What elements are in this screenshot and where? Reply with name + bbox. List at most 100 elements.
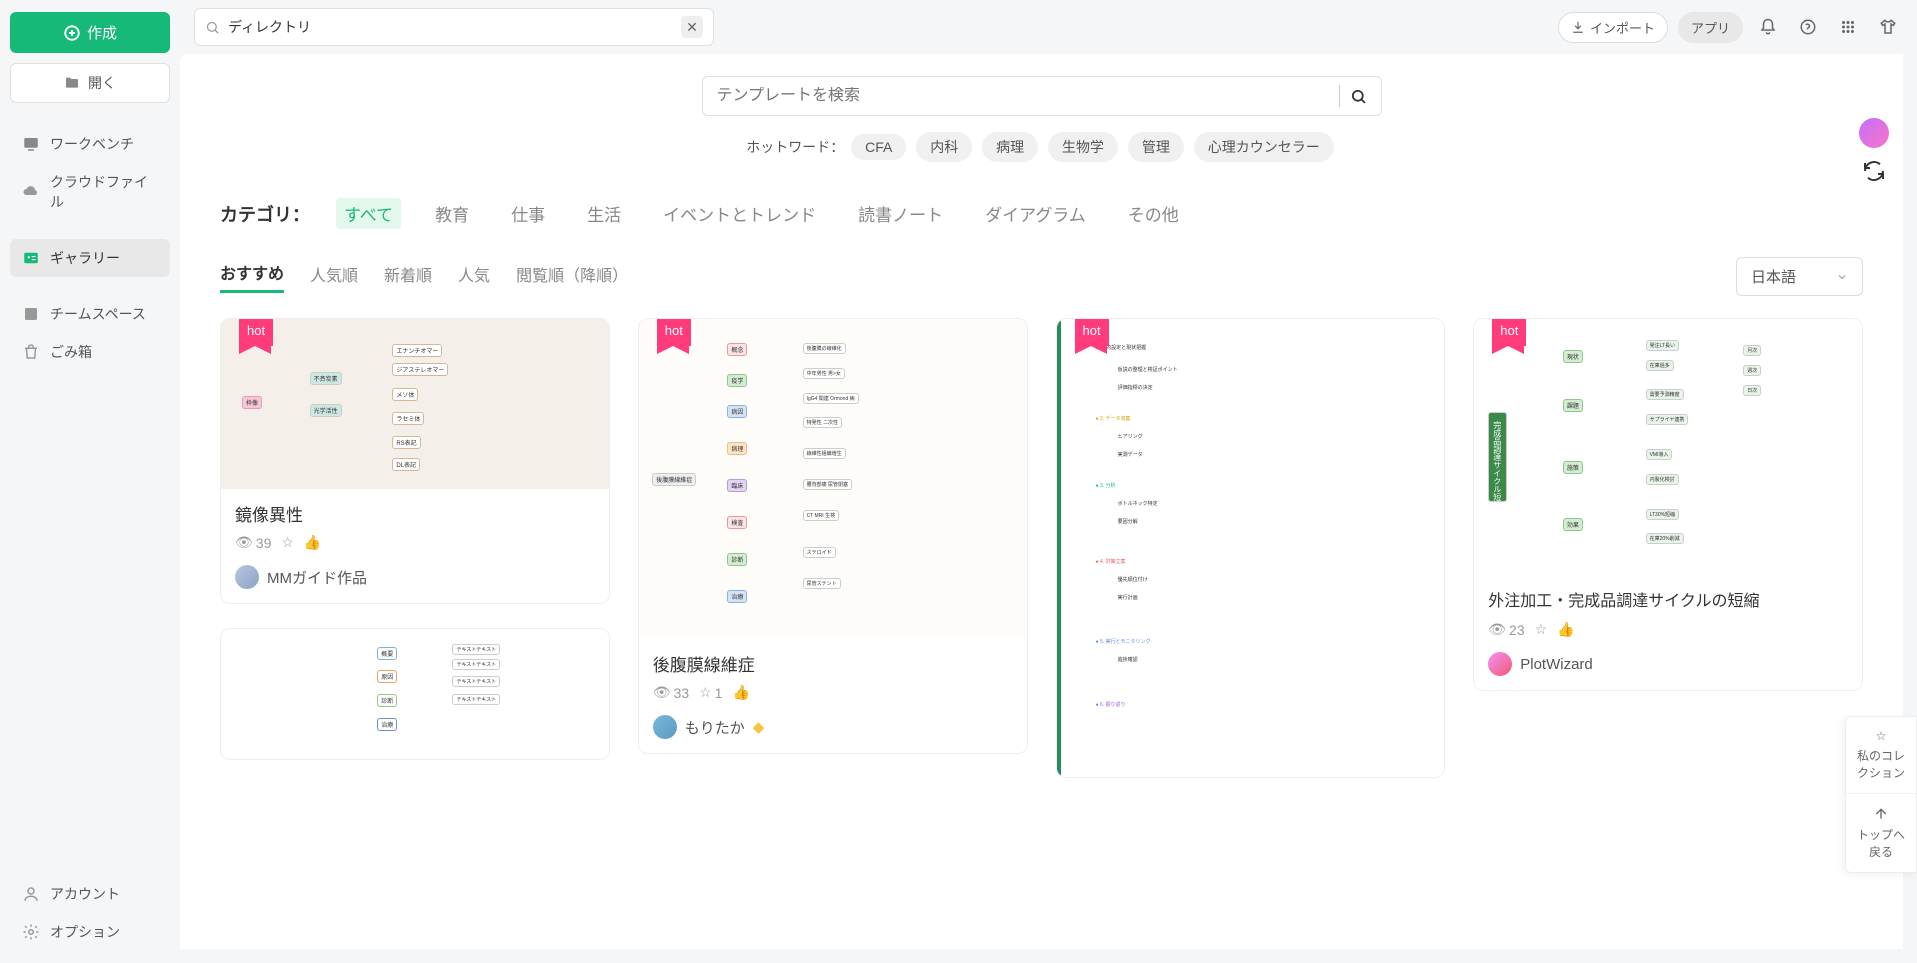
card-stats: 👁33 ☆1 👍 [653, 684, 1013, 701]
folder-icon [64, 75, 80, 91]
arrow-up-icon [1873, 806, 1889, 822]
category-all[interactable]: すべて [336, 198, 401, 229]
language-select[interactable]: 日本語 [1736, 257, 1863, 296]
template-card[interactable]: hot 後腹膜線維症 概念 疫学 病因 病理 臨床 検査 診断 [638, 318, 1028, 754]
nav-team[interactable]: チームスペース [10, 295, 170, 333]
help-icon [1799, 18, 1817, 36]
template-card[interactable]: 概要 原因 診断 治療 テキストテキスト テキストテキスト テキストテキスト テ… [220, 628, 610, 760]
directory-search[interactable]: ✕ [194, 8, 714, 46]
star-icon[interactable]: ☆ [699, 684, 712, 701]
bell-icon [1759, 18, 1777, 36]
hotwords-row: ホットワード： CFA 内科 病理 生物学 管理 心理カウンセラー [220, 132, 1863, 162]
nav-options[interactable]: オプション [10, 913, 170, 951]
grid-menu-button[interactable] [1833, 12, 1863, 42]
views: 39 [256, 535, 272, 551]
eye-icon: 👁 [235, 534, 253, 551]
sort-item[interactable]: 閲覧順（降順） [516, 262, 628, 292]
topbar: ✕ インポート アプリ [180, 0, 1917, 54]
sort-recommended[interactable]: おすすめ [220, 260, 284, 293]
shirt-icon [1879, 18, 1897, 36]
stars: 1 [715, 685, 723, 701]
clear-search-button[interactable]: ✕ [681, 16, 703, 38]
sort-item[interactable]: 人気 [458, 262, 490, 292]
star-icon[interactable]: ☆ [1535, 621, 1548, 638]
open-button[interactable]: 開く [10, 63, 170, 103]
hot-badge: hot [657, 319, 691, 346]
nav-label: チームスペース [50, 304, 146, 324]
card-stats: 👁39 ☆ 👍 [235, 534, 595, 551]
hotword-chip[interactable]: 管理 [1128, 132, 1184, 162]
card-thumbnail: 1. 目的設定と現状把握 仮説の整理と検証ポイント 評価指標の決定 ● 2. デ… [1057, 319, 1445, 777]
hot-badge: hot [1492, 319, 1526, 346]
card-title: 鏡像異性 [235, 501, 595, 526]
apps-label: アプリ [1691, 18, 1730, 37]
import-label: インポート [1590, 18, 1655, 37]
collection-label: 私のコレクション [1852, 747, 1910, 781]
chevron-down-icon [1836, 271, 1848, 283]
avatar [653, 715, 677, 739]
sort-item[interactable]: 新着順 [384, 262, 432, 292]
top-label: トップへ戻る [1852, 826, 1910, 860]
eye-icon: 👁 [1488, 621, 1506, 638]
hotword-chip[interactable]: 心理カウンセラー [1194, 132, 1334, 162]
category-item[interactable]: 仕事 [503, 198, 553, 229]
card-title: 外注加工・完成品調達サイクルの短縮 [1488, 591, 1848, 613]
open-label: 開く [88, 73, 116, 93]
author-name: MMガイド作品 [267, 567, 367, 588]
views: 33 [674, 685, 690, 701]
directory-search-input[interactable] [228, 19, 673, 35]
floating-user-area [1859, 118, 1889, 184]
user-avatar[interactable] [1859, 118, 1889, 148]
author-name: PlotWizard [1520, 656, 1593, 673]
card-author: MMガイド作品 [235, 565, 595, 589]
nav-trash[interactable]: ごみ箱 [10, 333, 170, 371]
nav-label: クラウドファイル [50, 172, 158, 212]
import-button[interactable]: インポート [1558, 12, 1668, 43]
template-search[interactable] [702, 76, 1382, 116]
nav-gallery[interactable]: ギャラリー [10, 239, 170, 277]
star-icon[interactable]: ☆ [281, 534, 294, 551]
import-icon [1571, 20, 1585, 34]
nav-cloud[interactable]: クラウドファイル [10, 163, 170, 221]
my-collection-button[interactable]: ☆ 私のコレクション [1846, 717, 1916, 794]
category-item[interactable]: 生活 [579, 198, 629, 229]
category-item[interactable]: イベントとトレンド [655, 198, 824, 229]
thumbs-up-icon[interactable]: 👍 [1557, 621, 1574, 638]
thumbs-up-icon[interactable]: 👍 [732, 684, 749, 701]
sort-item[interactable]: 人気順 [310, 262, 358, 292]
hotword-chip[interactable]: CFA [851, 134, 906, 160]
back-to-top-button[interactable]: トップへ戻る [1846, 794, 1916, 872]
nav-workbench[interactable]: ワークベンチ [10, 125, 170, 163]
category-item[interactable]: その他 [1120, 198, 1187, 229]
hotword-chip[interactable]: 病理 [982, 132, 1038, 162]
apps-button[interactable]: アプリ [1678, 12, 1743, 43]
template-card[interactable]: hot 1. 目的設定と現状把握 仮説の整理と検証ポイント 評価指標の決定 ● … [1056, 318, 1446, 778]
user-icon [22, 885, 40, 903]
category-row: カテゴリ： すべて 教育 仕事 生活 イベントとトレンド 読書ノート ダイアグラ… [220, 198, 1863, 229]
nav-label: アカウント [50, 884, 120, 904]
category-item[interactable]: 教育 [427, 198, 477, 229]
hotword-chip[interactable]: 内科 [916, 132, 972, 162]
notifications-button[interactable] [1753, 12, 1783, 42]
category-item[interactable]: 読書ノート [850, 198, 951, 229]
create-button[interactable]: 作成 [10, 12, 170, 53]
category-item[interactable]: ダイアグラム [977, 198, 1094, 229]
card-thumbnail: 枠像 不斉炭素 光学活性 エナンチオマー ジアステレオマー メソ体 ラセミ体 R… [221, 319, 609, 489]
hot-badge: hot [1075, 319, 1109, 346]
grid-icon [1839, 18, 1857, 36]
template-search-input[interactable] [717, 87, 1329, 105]
help-button[interactable] [1793, 12, 1823, 42]
thumbs-up-icon[interactable]: 👍 [304, 534, 321, 551]
card-author: PlotWizard [1488, 652, 1848, 676]
nav-account[interactable]: アカウント [10, 875, 170, 913]
divider [1339, 85, 1340, 107]
gallery-icon [22, 249, 40, 267]
template-card[interactable]: hot 完成品調達サイクル短縮 現状 課題 施策 効果 発注LT長い 在庫過多 … [1473, 318, 1863, 691]
sync-button[interactable] [1861, 158, 1887, 184]
nav-label: ギャラリー [50, 248, 120, 268]
hotword-chip[interactable]: 生物学 [1048, 132, 1118, 162]
card-thumbnail: 完成品調達サイクル短縮 現状 課題 施策 効果 発注LT長い 在庫過多 需要予測… [1474, 319, 1862, 579]
search-icon[interactable] [1350, 88, 1367, 105]
template-card[interactable]: hot 枠像 不斉炭素 光学活性 エナンチオマー ジアステレオマー メソ体 ラセ… [220, 318, 610, 604]
theme-button[interactable] [1873, 12, 1903, 42]
